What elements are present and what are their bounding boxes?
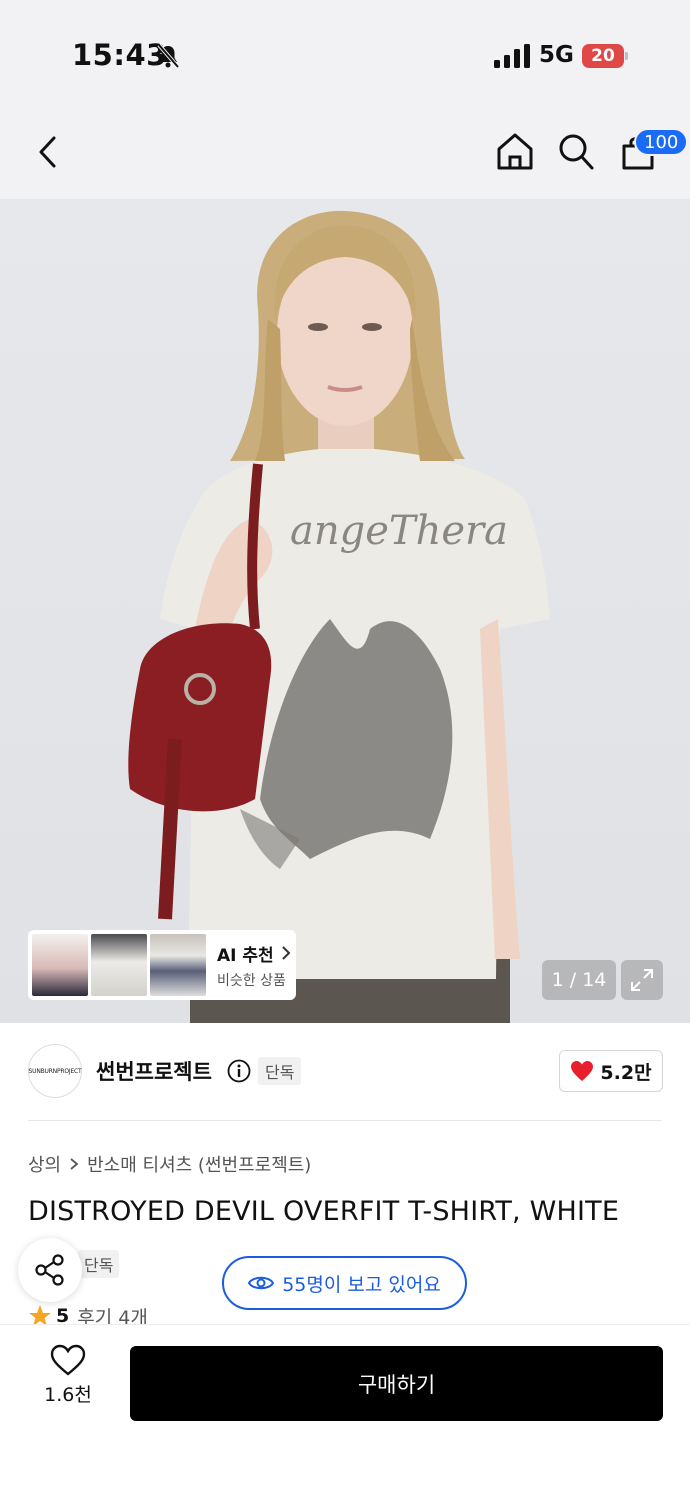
heart-filled-icon bbox=[571, 1061, 594, 1081]
bell-off-icon bbox=[157, 43, 180, 69]
battery-indicator: 20 bbox=[582, 44, 628, 68]
signal-icon bbox=[494, 44, 530, 68]
ai-recommend-title: AI 추천 bbox=[217, 945, 274, 966]
eye-icon bbox=[248, 1276, 275, 1290]
ai-recommend-subtitle: 비슷한 상품 bbox=[217, 972, 286, 989]
product-photo-illustration: angeThera bbox=[128, 210, 550, 1023]
expand-image-button[interactable] bbox=[621, 960, 663, 1000]
home-icon[interactable] bbox=[494, 130, 536, 172]
cart-count-badge[interactable]: 100 bbox=[634, 128, 689, 156]
viewers-text: 55명이 보고 있어요 bbox=[282, 1273, 441, 1296]
wishlist-button[interactable]: 1.6천 bbox=[28, 1344, 108, 1416]
product-title: DISTROYED DEVIL OVERFIT T-SHIRT, WHITE bbox=[28, 1196, 620, 1227]
buy-button[interactable]: 구매하기 bbox=[130, 1346, 663, 1421]
brand-name[interactable]: 썬번프로젝트 bbox=[96, 1056, 212, 1086]
ai-thumb-1 bbox=[32, 934, 88, 996]
battery-level: 20 bbox=[591, 46, 615, 66]
heart-outline-icon bbox=[50, 1344, 86, 1376]
breadcrumb-subcategory[interactable]: 반소매 티셔츠 (썬번프로젝트) bbox=[87, 1151, 311, 1177]
ai-thumb-3 bbox=[150, 934, 206, 996]
brand-logo[interactable]: SUNBURNPROJECT bbox=[28, 1044, 82, 1098]
expand-icon bbox=[631, 969, 653, 991]
chevron-right-icon bbox=[281, 946, 291, 960]
ai-thumb-2 bbox=[91, 934, 147, 996]
info-icon[interactable] bbox=[227, 1059, 251, 1083]
svg-text:angeThera: angeThera bbox=[290, 508, 508, 554]
search-icon[interactable] bbox=[556, 130, 596, 172]
viewers-count-pill: 55명이 보고 있어요 bbox=[222, 1256, 467, 1310]
chevron-right-icon bbox=[70, 1158, 79, 1170]
wishlist-count: 1.6천 bbox=[44, 1384, 92, 1406]
breadcrumb-category[interactable]: 상의 bbox=[28, 1151, 61, 1177]
share-icon bbox=[35, 1254, 64, 1286]
brand-logo-text: SUNBURNPROJECT bbox=[28, 1067, 82, 1075]
product-image[interactable]: angeThera AI 추천 비슷한 상품 1 / 14 bbox=[0, 199, 690, 1023]
ai-recommend-card[interactable]: AI 추천 비슷한 상품 bbox=[28, 930, 296, 1000]
top-nav-bar: 100 bbox=[0, 108, 690, 199]
brand-like-count: 5.2만 bbox=[600, 1061, 652, 1084]
brand-like-button[interactable]: 5.2만 bbox=[559, 1050, 663, 1092]
back-arrow-icon[interactable] bbox=[30, 132, 66, 172]
status-bar: 15:43 5G 20 bbox=[0, 0, 690, 108]
brand-exclusive-badge: 단독 bbox=[258, 1057, 302, 1085]
breadcrumb: 상의 반소매 티셔츠 (썬번프로젝트) bbox=[28, 1151, 311, 1177]
network-label: 5G bbox=[539, 42, 574, 68]
status-time: 15:43 bbox=[72, 38, 167, 72]
image-counter: 1 / 14 bbox=[542, 960, 616, 1000]
product-exclusive-badge: 단독 bbox=[78, 1250, 120, 1278]
divider bbox=[28, 1120, 662, 1121]
share-button[interactable] bbox=[18, 1238, 82, 1302]
